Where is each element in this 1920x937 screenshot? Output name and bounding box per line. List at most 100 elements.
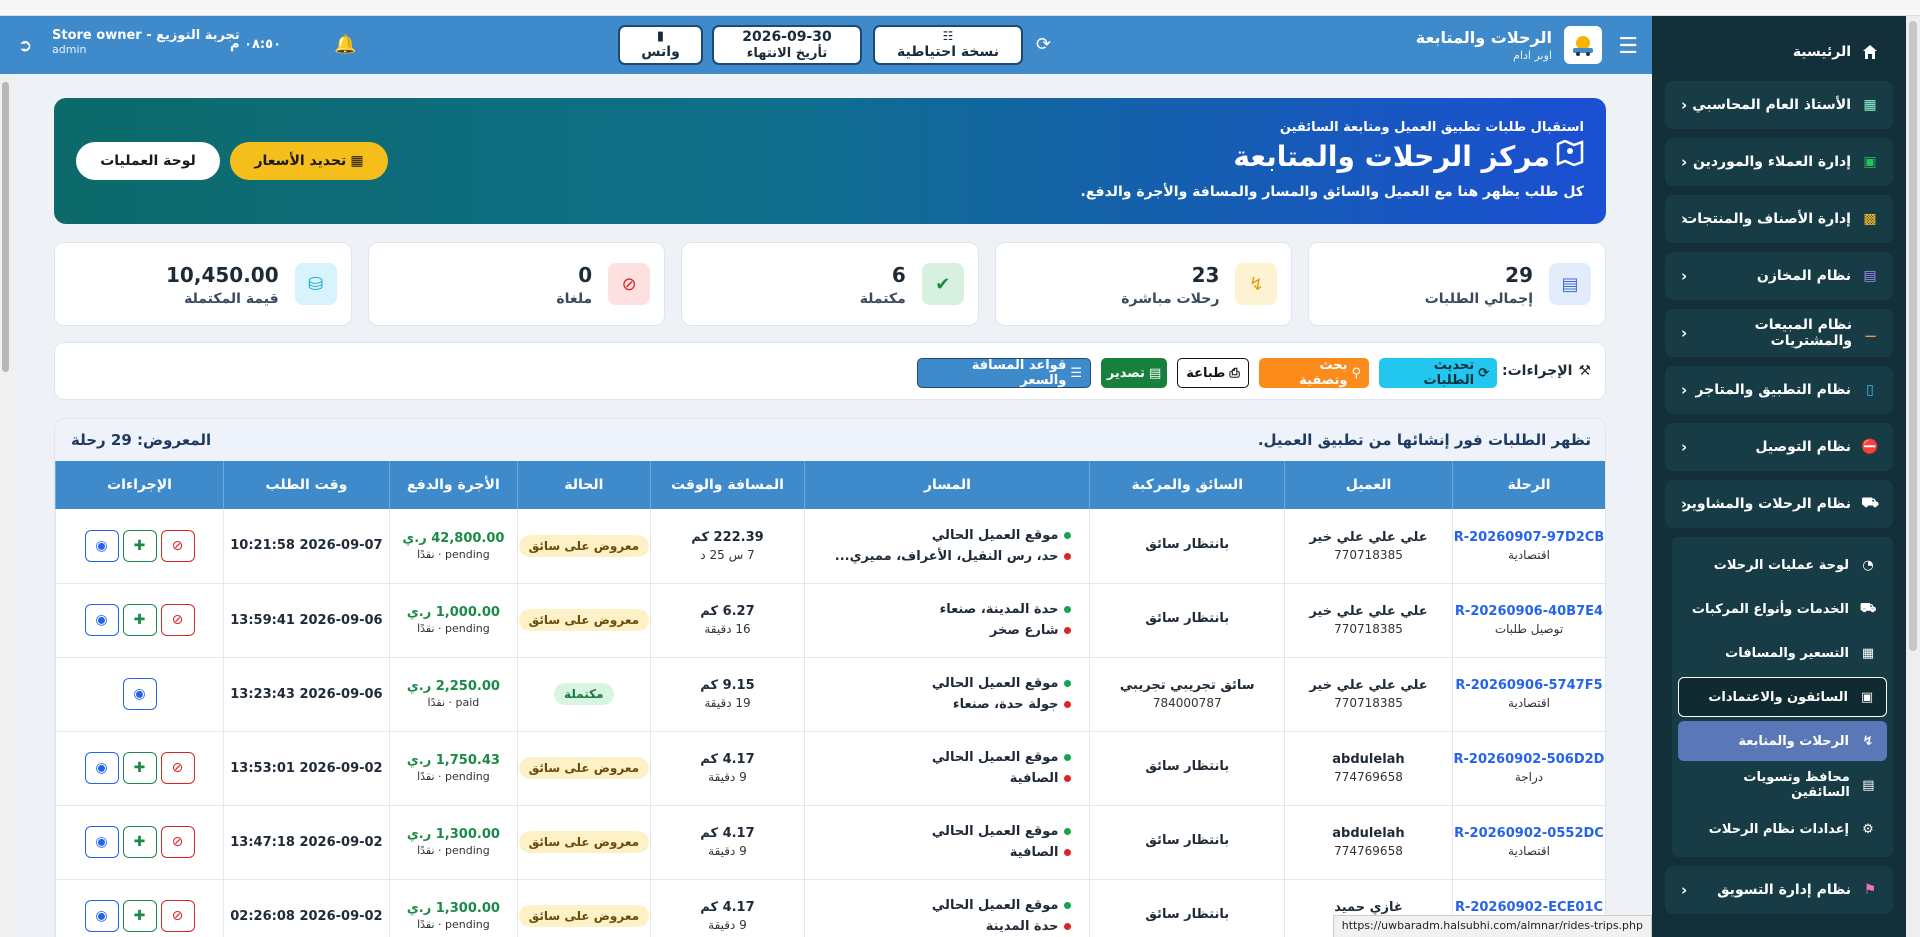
status-bar-url: https://uwbaradm.halsubhi.com/almnar/rid…	[1332, 915, 1652, 937]
sidebar-item-5[interactable]: ⚊ نظام المبيعات والمشتريات ‹	[1665, 309, 1893, 357]
backup-button[interactable]: ☷ نسخة احتياطية	[873, 25, 1023, 65]
status-cell: معروض على سائق	[517, 583, 651, 658]
sidebar-subitem-1[interactable]: ◔ لوحة عمليات الرحلات	[1678, 545, 1887, 585]
customer-name: علي علي علي خير	[1309, 529, 1428, 545]
wallet-icon: ▤	[1862, 777, 1875, 793]
assign-driver-button[interactable]: ✚	[122, 826, 157, 858]
refresh-icon[interactable]: ⟳	[1036, 34, 1051, 55]
trip-cell: R-20260902-506D2D دراجة	[1451, 731, 1605, 806]
sidebar-subitem-2[interactable]: ⛟ الخدمات وأنواع المركبات	[1678, 589, 1887, 629]
stat-label: قيمة المكتملة	[184, 291, 279, 307]
table-row[interactable]: R-20260906-40B7E4 توصيل طلبات علي علي علي …	[55, 583, 1605, 658]
export-button[interactable]: ▤ تصدير	[1101, 358, 1167, 388]
chevron-icon: ‹	[1681, 438, 1688, 456]
table-row[interactable]: R-20260907-97D2CB اقتصادية علي علي علي خير…	[55, 509, 1605, 584]
cart-icon: ⚊	[1864, 325, 1877, 341]
driver-name: بانتظار سائق	[1145, 611, 1230, 626]
refresh-requests-button[interactable]: ⟳ تحديث الطلبات	[1379, 358, 1497, 388]
view-button[interactable]: ◉	[84, 826, 119, 858]
view-button[interactable]: ◉	[84, 752, 119, 784]
cancel-trip-button[interactable]: ⊘	[160, 529, 195, 562]
chevron-icon: ‹	[1681, 324, 1688, 342]
sidebar-item-7[interactable]: ⛔ نظام التوصيل ‹	[1665, 423, 1893, 471]
route-to: الصافية	[1009, 845, 1059, 860]
chevron-icon: ‹	[1681, 96, 1688, 114]
trip-id-link[interactable]: R-20260907-97D2CB	[1453, 530, 1605, 545]
table-row[interactable]: R-20260902-0552DC اقتصادية abdulelah 774769…	[55, 805, 1605, 880]
whatsapp-button[interactable]: ▮ واتس	[618, 25, 703, 65]
megaphone-icon: ⚑	[1863, 882, 1877, 898]
operations-board-button[interactable]: لوحة العمليات	[76, 142, 220, 180]
table-row[interactable]: R-20260902-506D2D دراجة abdulelah 774769658…	[55, 731, 1605, 806]
trip-cell: R-20260906-40B7E4 توصيل طلبات	[1451, 583, 1605, 658]
print-button[interactable]: ⎙ طباعة	[1177, 358, 1249, 388]
sidebar-scrollbar[interactable]	[1906, 16, 1920, 937]
duration: 19 دقيقة	[704, 696, 751, 710]
search-filter-button[interactable]: ⚲ بحث وتصفية	[1259, 358, 1369, 388]
trip-id-link[interactable]: R-20260902-ECE01C	[1453, 900, 1605, 915]
sidebar-item-home[interactable]: الرئيسية	[1665, 32, 1893, 72]
stat-value: 23	[1191, 263, 1220, 287]
sidebar-item-label: نظام المبيعات والمشتريات	[1754, 317, 1853, 349]
sidebar-subitem-label: محافظ وتسويات السائقين	[1743, 770, 1850, 800]
ban-icon: ⊘	[608, 263, 651, 305]
sidebar-item-4[interactable]: ▤ نظام المخازن ‹	[1665, 252, 1893, 300]
sidebar-subitem-3[interactable]: ▦ التسعير والمسافات	[1678, 633, 1887, 673]
tools-icon: ⚒	[1578, 363, 1591, 379]
car-icon: ⛟	[1861, 495, 1879, 511]
cancel-trip-button[interactable]: ⊘	[160, 604, 195, 636]
sidebar-subitem-7[interactable]: ⚙ إعدادات نظام الرحلات	[1678, 809, 1887, 849]
assign-driver-button[interactable]: ✚	[122, 604, 157, 636]
time-cell: 2026-09-02 13:47:18	[223, 805, 390, 880]
sidebar-item-1[interactable]: ▦ الأستاذ العام المحاسبي ‹	[1665, 81, 1893, 129]
sidebar-item-3[interactable]: ▩ إدارة الأصناف والمنتجات ‹	[1665, 195, 1893, 243]
box-icon: ▩	[1863, 211, 1877, 227]
logout-icon[interactable]: ➲	[18, 36, 32, 56]
view-button[interactable]: ◉	[84, 604, 119, 636]
sidebar-subitem-6[interactable]: ▤ محافظ وتسويات السائقين	[1678, 765, 1887, 805]
sidebar-item-6[interactable]: ▯ نظام التطبيق والمتاجر ‹	[1665, 366, 1893, 414]
fare-amount: 1,000.00 ر.ي	[406, 605, 500, 620]
eye-icon: ◉	[95, 834, 108, 850]
sidebar-subitem-4[interactable]: ▣ السائقون والاعتمادات	[1678, 677, 1887, 717]
sidebar-subitem-5[interactable]: ↯ الرحلات والمتابعة	[1678, 721, 1887, 761]
table-caption: تظهر الطلبات فور إنشائها من تطبيق العميل…	[55, 419, 1605, 461]
driver-name: بانتظار سائق	[1145, 759, 1230, 774]
user-info[interactable]: تجربة التوزيع - Store owner admin	[52, 28, 240, 56]
trip-id-link[interactable]: R-20260906-40B7E4	[1453, 604, 1605, 619]
user-plus-icon: ✚	[133, 834, 146, 850]
sidebar-item-marketing[interactable]: ⚑ نظام إدارة التسويق ‹	[1665, 866, 1893, 914]
ban-icon: ⊘	[171, 908, 184, 924]
trip-id-link[interactable]: R-20260902-506D2D	[1453, 752, 1605, 767]
actions-bar: ⚒ الإجراءات: ⟳ تحديث الطلبات ⚲ بحث وتصفية …	[54, 342, 1606, 400]
pickup-dot-icon	[1064, 680, 1072, 687]
trip-id-link[interactable]: R-20260906-5747F5	[1453, 678, 1605, 693]
assign-driver-button[interactable]: ✚	[122, 752, 157, 784]
cancel-trip-button[interactable]: ⊘	[160, 752, 195, 784]
chart-pie-icon: ◔	[1862, 557, 1874, 573]
route-cell: موقع العميل الحالي حد، رس النقيل، الأعراف…	[804, 509, 1090, 584]
main-scrollbar[interactable]	[0, 74, 12, 937]
bell-icon[interactable]: 🔔	[334, 34, 356, 55]
distance-price-rules-button[interactable]: ☰ قواعد المسافة والسعر	[917, 358, 1091, 388]
assign-driver-button[interactable]: ✚	[122, 900, 157, 932]
set-prices-button[interactable]: ▦ تحديد الأسعار	[230, 142, 388, 180]
assign-driver-button[interactable]: ✚	[122, 529, 157, 562]
route-to: حد، رس النقيل، الأعراف، مميري...	[834, 548, 1059, 564]
route-to: جولة حدة، صنعاء	[952, 697, 1059, 712]
stat-label: ملغاة	[556, 291, 593, 307]
trip-id-link[interactable]: R-20260902-0552DC	[1453, 826, 1605, 841]
menu-icon[interactable]: ☰	[1618, 34, 1638, 59]
cancel-trip-button[interactable]: ⊘	[160, 826, 195, 858]
sidebar-item-8[interactable]: ⛟ نظام الرحلات والمشاوير ‹	[1665, 480, 1893, 528]
customer-phone: 774769658	[1334, 770, 1403, 784]
view-button[interactable]: ◉	[122, 678, 157, 710]
cancel-trip-button[interactable]: ⊘	[160, 900, 195, 932]
customer-phone: 770718385	[1334, 547, 1403, 562]
view-button[interactable]: ◉	[84, 529, 119, 562]
sidebar-item-2[interactable]: ▣ إدارة العملاء والموردين ‹	[1665, 138, 1893, 186]
status-cell: معروض على سائق	[517, 805, 651, 880]
view-button[interactable]: ◉	[84, 900, 119, 932]
table-row[interactable]: R-20260906-5747F5 اقتصادية علي علي علي خير…	[55, 657, 1605, 732]
user-plus-icon: ✚	[133, 760, 146, 776]
